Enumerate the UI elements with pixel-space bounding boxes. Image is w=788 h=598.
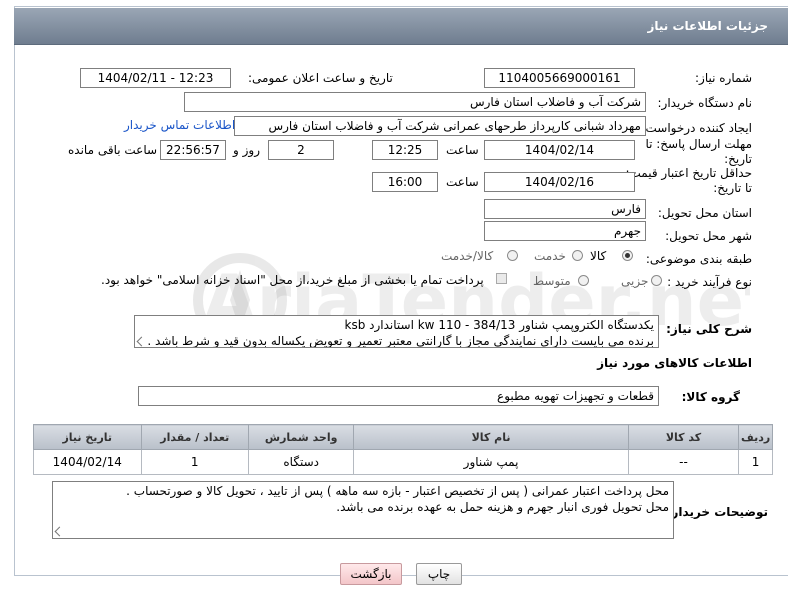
col-qty: تعداد / مقدار [140, 424, 249, 450]
cell-code: -- [627, 449, 740, 475]
delivery-city-field[interactable]: جهرم [484, 221, 646, 241]
delivery-province-field[interactable]: فارس [484, 199, 646, 219]
remaining-time-field[interactable]: 22:56:57 [160, 140, 226, 160]
reply-deadline-date-field[interactable]: 1404/02/14 [484, 140, 635, 160]
cell-unit: دستگاه [247, 449, 355, 475]
back-button[interactable]: بازگشت [340, 563, 402, 585]
purchase-option-minor: جزیی [621, 274, 649, 288]
cell-qty: 1 [140, 449, 249, 475]
days-label: روز و [233, 143, 260, 157]
description-line-1: یکدستگاه الکتروپمپ شناور kw 110 - 384/13… [344, 318, 655, 332]
requester-label: ایجاد کننده درخواست: [641, 121, 752, 135]
cell-row: 1 [738, 449, 773, 475]
price-validity-time-field[interactable]: 16:00 [372, 172, 438, 192]
need-number-label: شماره نیاز: [695, 71, 752, 85]
requester-field[interactable]: مهرداد شبانی کارپرداز طرحهای عمرانی شرکت… [234, 116, 646, 136]
buyer-contact-link[interactable]: اطلاعات تماس خریدار [124, 118, 235, 132]
col-row: ردیف [738, 424, 773, 450]
buyer-notes-line-2: محل تحویل فوری انبار جهرم و هزینه حمل به… [336, 500, 669, 514]
reply-deadline-label: مهلت ارسال پاسخ: تا [645, 137, 752, 151]
delivery-province-label: استان محل تحویل: [657, 206, 752, 220]
purchase-radio-medium[interactable] [578, 275, 589, 286]
buyer-notes-line-1: محل پرداخت اعتبار عمرانی ( پس از تخصیص ا… [126, 484, 669, 498]
purchase-option-medium: متوسط [533, 274, 571, 288]
reply-time-label: ساعت [446, 143, 479, 157]
price-validity-label-2: تا تاریخ: [713, 181, 752, 195]
price-validity-date-field[interactable]: 1404/02/16 [484, 172, 635, 192]
reply-deadline-label-2: تاریخ: [724, 152, 752, 166]
reply-days-field[interactable]: 2 [268, 140, 334, 160]
panel-header: جزئیات اطلاعات نیاز [14, 8, 788, 45]
reply-deadline-time-field[interactable]: 12:25 [372, 140, 438, 160]
category-radio-both[interactable] [507, 250, 518, 261]
description-label: شرح کلی نیاز: [666, 322, 752, 336]
cell-date: 1404/02/14 [33, 449, 142, 475]
purchase-radio-minor[interactable] [651, 275, 662, 286]
goods-group-label: گروه کالا: [681, 390, 740, 404]
delivery-city-label: شهر محل تحویل: [665, 229, 752, 243]
buyer-org-label: نام دستگاه خریدار: [657, 96, 753, 110]
page-title: جزئیات اطلاعات نیاز [647, 19, 768, 33]
buyer-notes-textarea[interactable]: محل پرداخت اعتبار عمرانی ( پس از تخصیص ا… [52, 481, 674, 539]
description-line-2: برنده می بایست دارای نمایندگی مجاز با گا… [147, 334, 654, 348]
category-option-goods: کالا [590, 249, 607, 263]
category-option-service: خدمت [534, 249, 566, 263]
category-radio-goods[interactable] [622, 250, 633, 261]
col-unit: واحد شمارش [247, 424, 355, 450]
col-name: نام کالا [353, 424, 629, 450]
validity-time-label: ساعت [446, 175, 479, 189]
col-date: تاریخ نیاز [33, 424, 142, 450]
goods-table-header: ردیف کد کالا نام کالا واحد شمارش تعداد /… [33, 424, 773, 450]
category-option-both: کالا/خدمت [441, 249, 494, 263]
purchase-type-label: نوع فرآیند خرید : [667, 275, 752, 289]
print-button[interactable]: چاپ [416, 563, 462, 585]
remaining-label: ساعت باقی مانده [68, 143, 158, 157]
goods-section-title: اطلاعات کالاهای مورد نیاز [597, 356, 752, 370]
treasury-payment-checkbox[interactable] [496, 273, 507, 284]
price-validity-label: حداقل تاریخ اعتبار قیمت: [625, 166, 752, 180]
description-textarea[interactable]: یکدستگاه الکتروپمپ شناور kw 110 - 384/13… [134, 315, 659, 348]
cell-name: پمپ شناور [353, 449, 629, 475]
buyer-org-field[interactable]: شرکت آب و فاضلاب استان فارس [184, 92, 646, 112]
table-row[interactable]: 1 -- پمپ شناور دستگاه 1 1404/02/14 [33, 449, 773, 475]
goods-table: ردیف کد کالا نام کالا واحد شمارش تعداد /… [33, 424, 773, 475]
announce-datetime-field[interactable]: 1404/02/11 - 12:23 [80, 68, 231, 88]
announce-datetime-label: تاریخ و ساعت اعلان عمومی: [248, 71, 393, 85]
category-label: طبقه بندی موضوعی: [645, 252, 752, 266]
col-code: کد کالا [627, 424, 740, 450]
category-radio-service[interactable] [572, 250, 583, 261]
buyer-notes-label: توضیحات خریدار: [666, 505, 768, 519]
need-number-field[interactable]: 1104005669000161 [484, 68, 635, 88]
goods-group-field[interactable]: قطعات و تجهیزات تهویه مطبوع [138, 386, 659, 406]
treasury-payment-note: پرداخت تمام یا بخشی از مبلغ خرید،از محل … [101, 273, 484, 287]
